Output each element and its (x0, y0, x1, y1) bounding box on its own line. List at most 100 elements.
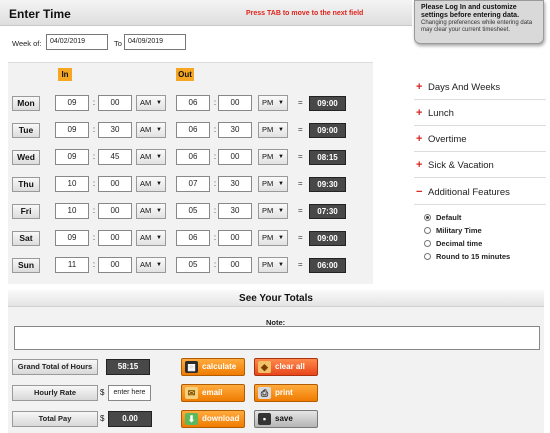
equals-sign: = (298, 98, 303, 107)
option-label: Decimal time (436, 239, 483, 248)
totals-heading: See Your Totals (8, 290, 544, 307)
ampm-value: AM (140, 206, 152, 215)
dropdown-arrow-icon: ▼ (278, 208, 284, 214)
in-minute-input[interactable]: 30 (98, 122, 132, 138)
out-hour-input[interactable]: 05 (176, 203, 210, 219)
radio-selected-icon (424, 214, 431, 221)
clear-all-button[interactable]: ◆ clear all (254, 358, 318, 376)
dropdown-arrow-icon: ▼ (278, 235, 284, 241)
out-hour-input[interactable]: 06 (176, 149, 210, 165)
time-separator: : (92, 152, 96, 161)
download-button[interactable]: ⬇ download (181, 410, 245, 428)
option-decimal-time[interactable]: Decimal time (424, 239, 482, 248)
out-hour-input[interactable]: 07 (176, 176, 210, 192)
option-military-time[interactable]: Military Time (424, 226, 482, 235)
equals-sign: = (298, 233, 303, 242)
out-ampm-select[interactable]: PM ▼ (258, 257, 288, 273)
calculator-icon: ▦ (185, 361, 198, 373)
in-hour-input[interactable]: 09 (55, 95, 89, 111)
out-ampm-select[interactable]: PM ▼ (258, 122, 288, 138)
day-label: Sun (12, 258, 40, 273)
out-minute-input[interactable]: 30 (218, 122, 252, 138)
ampm-value: AM (140, 233, 152, 242)
ampm-value: PM (262, 179, 274, 188)
menu-overtime[interactable]: + Overtime (416, 133, 467, 145)
button-label: clear all (275, 362, 305, 371)
out-hour-input[interactable]: 06 (176, 230, 210, 246)
dropdown-arrow-icon: ▼ (156, 100, 162, 106)
time-separator: : (92, 125, 96, 134)
in-ampm-select[interactable]: AM ▼ (136, 176, 166, 192)
divider (414, 177, 546, 178)
ampm-value: PM (262, 260, 274, 269)
day-label: Sat (12, 231, 40, 246)
in-hour-input[interactable]: 09 (55, 230, 89, 246)
in-minute-input[interactable]: 00 (98, 230, 132, 246)
button-label: save (275, 414, 293, 423)
email-button[interactable]: ✉ email (181, 384, 245, 402)
radio-icon (424, 227, 431, 234)
total-pay-label: Total Pay (12, 411, 98, 427)
ampm-value: PM (262, 125, 274, 134)
out-minute-input[interactable]: 00 (218, 230, 252, 246)
out-minute-input[interactable]: 00 (218, 95, 252, 111)
option-label: Round to 15 minutes (436, 252, 511, 261)
in-ampm-select[interactable]: AM ▼ (136, 149, 166, 165)
calculate-button[interactable]: ▦ calculate (181, 358, 245, 376)
out-minute-input[interactable]: 00 (218, 149, 252, 165)
out-minute-input[interactable]: 30 (218, 176, 252, 192)
in-minute-input[interactable]: 00 (98, 95, 132, 111)
divider (414, 151, 546, 152)
dropdown-arrow-icon: ▼ (278, 262, 284, 268)
menu-sick-vacation[interactable]: + Sick & Vacation (416, 159, 494, 171)
in-minute-input[interactable]: 00 (98, 257, 132, 273)
week-start-input[interactable]: 04/02/2019 (46, 34, 108, 50)
in-ampm-select[interactable]: AM ▼ (136, 95, 166, 111)
menu-days-and-weeks[interactable]: + Days And Weeks (416, 81, 500, 93)
divider (414, 99, 546, 100)
out-ampm-select[interactable]: PM ▼ (258, 95, 288, 111)
in-minute-input[interactable]: 00 (98, 203, 132, 219)
print-button[interactable]: ⎙ print (254, 384, 318, 402)
out-minute-input[interactable]: 30 (218, 203, 252, 219)
dropdown-arrow-icon: ▼ (156, 235, 162, 241)
week-end-input[interactable]: 04/09/2019 (124, 34, 186, 50)
option-round-15[interactable]: Round to 15 minutes (424, 252, 510, 261)
hourly-rate-input[interactable]: enter here (108, 385, 151, 401)
in-hour-input[interactable]: 09 (55, 149, 89, 165)
in-minute-input[interactable]: 45 (98, 149, 132, 165)
day-label: Fri (12, 204, 40, 219)
envelope-icon: ✉ (185, 387, 198, 399)
minus-icon: − (416, 186, 423, 198)
out-hour-input[interactable]: 05 (176, 257, 210, 273)
out-hour-input[interactable]: 06 (176, 122, 210, 138)
menu-additional-features[interactable]: − Additional Features (416, 186, 510, 198)
save-button[interactable]: ▪ save (254, 410, 318, 428)
divider (414, 125, 546, 126)
time-separator: : (92, 233, 96, 242)
out-hour-input[interactable]: 06 (176, 95, 210, 111)
in-hour-input[interactable]: 10 (55, 176, 89, 192)
in-hour-input[interactable]: 09 (55, 122, 89, 138)
in-hour-input[interactable]: 11 (55, 257, 89, 273)
out-ampm-select[interactable]: PM ▼ (258, 149, 288, 165)
ampm-value: AM (140, 125, 152, 134)
menu-item-label: Overtime (428, 134, 467, 145)
ampm-value: PM (262, 152, 274, 161)
in-hour-input[interactable]: 10 (55, 203, 89, 219)
in-ampm-select[interactable]: AM ▼ (136, 122, 166, 138)
in-ampm-select[interactable]: AM ▼ (136, 203, 166, 219)
menu-item-label: Additional Features (428, 187, 510, 198)
menu-lunch[interactable]: + Lunch (416, 107, 454, 119)
out-ampm-select[interactable]: PM ▼ (258, 176, 288, 192)
in-ampm-select[interactable]: AM ▼ (136, 230, 166, 246)
out-ampm-select[interactable]: PM ▼ (258, 230, 288, 246)
option-default[interactable]: Default (424, 213, 461, 222)
time-separator: : (92, 179, 96, 188)
out-ampm-select[interactable]: PM ▼ (258, 203, 288, 219)
out-minute-input[interactable]: 00 (218, 257, 252, 273)
in-minute-input[interactable]: 00 (98, 176, 132, 192)
note-input[interactable] (14, 326, 540, 350)
in-ampm-select[interactable]: AM ▼ (136, 257, 166, 273)
day-total: 09:00 (309, 231, 346, 246)
